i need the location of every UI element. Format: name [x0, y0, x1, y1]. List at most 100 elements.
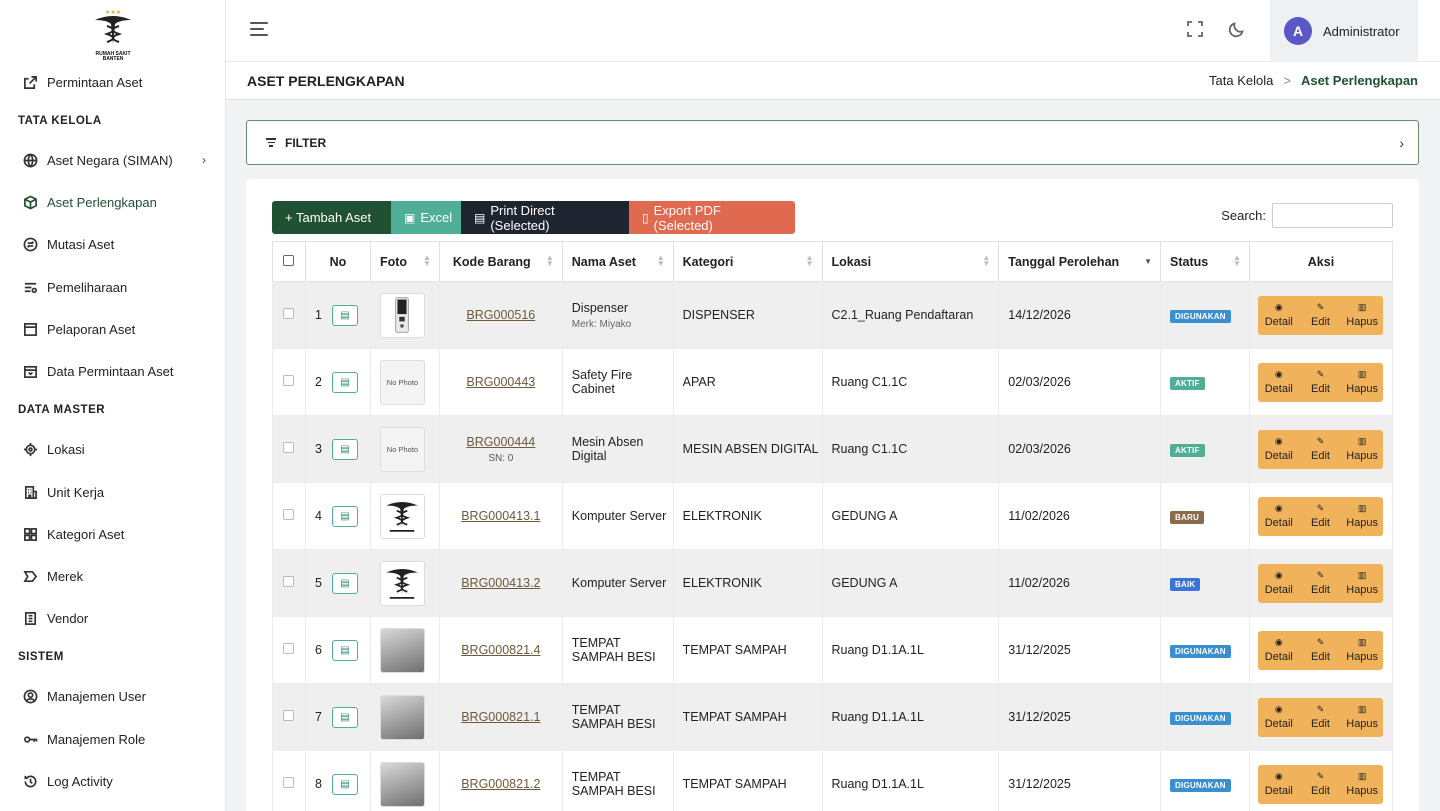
print-label-button[interactable]: ▤: [331, 505, 358, 527]
search-input[interactable]: [1272, 203, 1393, 228]
detail-button[interactable]: ◉ Detail: [1258, 765, 1300, 804]
print-label-button[interactable]: ▤: [331, 438, 358, 460]
delete-button[interactable]: ▥ Hapus: [1341, 564, 1383, 603]
column-header-nama-aset[interactable]: Nama Aset ▲ ▼: [561, 241, 674, 282]
edit-button[interactable]: ✎ Edit: [1300, 765, 1342, 804]
delete-button[interactable]: ▥ Hapus: [1341, 430, 1383, 469]
asset-code-link[interactable]: BRG000443: [466, 375, 535, 389]
asset-category: ELEKTRONIK: [672, 549, 823, 617]
delete-button[interactable]: ▥ Hapus: [1341, 631, 1383, 670]
print-label-button[interactable]: ▤: [331, 706, 358, 728]
sidebar-item-manajemen-role[interactable]: Manajemen Role: [0, 722, 226, 756]
detail-button[interactable]: ◉ Detail: [1258, 430, 1300, 469]
sidebar-item-pelaporan-aset[interactable]: Pelaporan Aset: [0, 312, 226, 346]
sidebar-item-mutasi-aset[interactable]: Mutasi Aset: [0, 227, 226, 261]
edit-button[interactable]: ✎ Edit: [1300, 296, 1342, 335]
detail-button[interactable]: ◉ Detail: [1258, 631, 1300, 670]
sidebar-item-log-activity[interactable]: Log Activity: [0, 764, 226, 798]
asset-code-link[interactable]: BRG000821.2: [461, 777, 540, 791]
print-label-button[interactable]: ▤: [331, 773, 358, 795]
excel-export-button[interactable]: ▣ Excel: [391, 201, 461, 234]
row-checkbox[interactable]: [283, 576, 294, 587]
print-label-button[interactable]: ▤: [331, 371, 358, 393]
sidebar-item-kategori-aset[interactable]: Kategori Aset: [0, 517, 226, 551]
sidebar-item-aset-perlengkapan[interactable]: Aset Perlengkapan: [0, 185, 226, 219]
sidebar-item-unit-kerja[interactable]: Unit Kerja: [0, 475, 226, 509]
edit-button[interactable]: ✎ Edit: [1300, 363, 1342, 402]
column-header-tanggal-perolehan[interactable]: Tanggal Perolehan ▼: [998, 241, 1162, 282]
asset-photo[interactable]: [379, 560, 425, 606]
filter-panel-toggle[interactable]: FILTER ›: [246, 120, 1419, 165]
column-header-kode-barang[interactable]: Kode Barang ▲ ▼: [438, 241, 563, 282]
asset-code-link[interactable]: BRG000413.1: [461, 509, 540, 523]
edit-button[interactable]: ✎ Edit: [1300, 698, 1342, 737]
row-checkbox[interactable]: [283, 509, 294, 520]
print-label-button[interactable]: ▤: [331, 572, 358, 594]
asset-photo[interactable]: [379, 694, 425, 740]
sidebar-item-label: Pelaporan Aset: [47, 321, 136, 337]
row-checkbox[interactable]: [283, 643, 294, 654]
row-checkbox[interactable]: [283, 710, 294, 721]
asset-photo[interactable]: [379, 627, 425, 673]
print-label-button[interactable]: ▤: [331, 639, 358, 661]
sidebar-item-manajemen-user[interactable]: Manajemen User: [0, 679, 226, 713]
row-action-cell: ◉ Detail ✎ Edit ▥ Hapus: [1248, 616, 1394, 684]
select-all-checkbox[interactable]: [283, 254, 294, 266]
sidebar-item-pemeliharaan[interactable]: Pemeliharaan: [0, 270, 226, 304]
sidebar-item-data-permintaan-aset[interactable]: Data Permintaan Aset: [0, 354, 226, 388]
delete-button[interactable]: ▥ Hapus: [1341, 698, 1383, 737]
detail-button[interactable]: ◉ Detail: [1258, 564, 1300, 603]
detail-button[interactable]: ◉ Detail: [1258, 698, 1300, 737]
detail-button[interactable]: ◉ Detail: [1258, 363, 1300, 402]
exchange-icon: [22, 236, 38, 252]
print-direct-button[interactable]: ▤ Print Direct (Selected): [461, 201, 629, 234]
row-checkbox[interactable]: [283, 375, 294, 386]
menu-toggle-icon[interactable]: [250, 22, 270, 38]
sidebar-item-lokasi[interactable]: Lokasi: [0, 432, 226, 466]
delete-button[interactable]: ▥ Hapus: [1341, 296, 1383, 335]
delete-button[interactable]: ▥ Hapus: [1341, 765, 1383, 804]
delete-button[interactable]: ▥ Hapus: [1341, 363, 1383, 402]
row-status-cell: AKTIF: [1160, 348, 1250, 416]
column-header-lokasi[interactable]: Lokasi ▲ ▼: [821, 241, 1000, 282]
sidebar-item-merek[interactable]: Merek: [0, 559, 226, 593]
asset-photo[interactable]: [379, 292, 425, 338]
user-menu[interactable]: A Administrator: [1270, 0, 1418, 62]
detail-button[interactable]: ◉ Detail: [1258, 497, 1300, 536]
asset-code-link[interactable]: BRG000821.4: [461, 643, 540, 657]
breadcrumb-parent[interactable]: Tata Kelola: [1209, 73, 1273, 88]
asset-code-link[interactable]: BRG000516: [466, 308, 535, 322]
edit-button[interactable]: ✎ Edit: [1300, 497, 1342, 536]
asset-photo[interactable]: [379, 761, 425, 807]
add-asset-button[interactable]: + Tambah Aset: [272, 201, 391, 234]
asset-code-link[interactable]: BRG000444: [466, 435, 535, 449]
delete-button[interactable]: ▥ Hapus: [1341, 497, 1383, 536]
export-pdf-button[interactable]: ▯ Export PDF (Selected): [629, 201, 795, 234]
edit-button[interactable]: ✎ Edit: [1300, 631, 1342, 670]
edit-label: Edit: [1310, 584, 1330, 596]
fullscreen-icon[interactable]: [1186, 20, 1206, 40]
sidebar-item-vendor[interactable]: Vendor: [0, 601, 226, 635]
asset-photo[interactable]: No Photo: [379, 426, 425, 472]
row-checkbox[interactable]: [283, 777, 294, 788]
sidebar-item-permintaan-aset[interactable]: Permintaan Aset: [0, 65, 226, 99]
dark-mode-moon-icon[interactable]: [1228, 20, 1248, 40]
asset-code-link[interactable]: BRG000821.1: [461, 710, 540, 724]
asset-photo[interactable]: [379, 493, 425, 539]
row-checkbox[interactable]: [283, 308, 294, 319]
column-header-status[interactable]: Status ▲ ▼: [1160, 241, 1250, 282]
column-header-foto[interactable]: Foto ▲ ▼: [369, 241, 440, 282]
edit-button[interactable]: ✎ Edit: [1300, 430, 1342, 469]
detail-button[interactable]: ◉ Detail: [1258, 296, 1300, 335]
print-label-button[interactable]: ▤: [331, 304, 358, 326]
column-header-no[interactable]: No: [304, 241, 371, 282]
table-row: 2 ▤ No Photo BRG000443 Safety Fire Cabine…: [272, 348, 1394, 416]
asset-photo[interactable]: No Photo: [379, 359, 425, 405]
column-header-kategori[interactable]: Kategori ▲ ▼: [672, 241, 823, 282]
row-checkbox[interactable]: [283, 442, 294, 453]
asset-code-link[interactable]: BRG000413.2: [461, 576, 540, 590]
edit-label: Edit: [1310, 785, 1330, 797]
sidebar-item-aset-negara[interactable]: Aset Negara (SIMAN) ›: [0, 143, 226, 177]
asset-category: TEMPAT SAMPAH: [672, 683, 823, 751]
edit-button[interactable]: ✎ Edit: [1300, 564, 1342, 603]
